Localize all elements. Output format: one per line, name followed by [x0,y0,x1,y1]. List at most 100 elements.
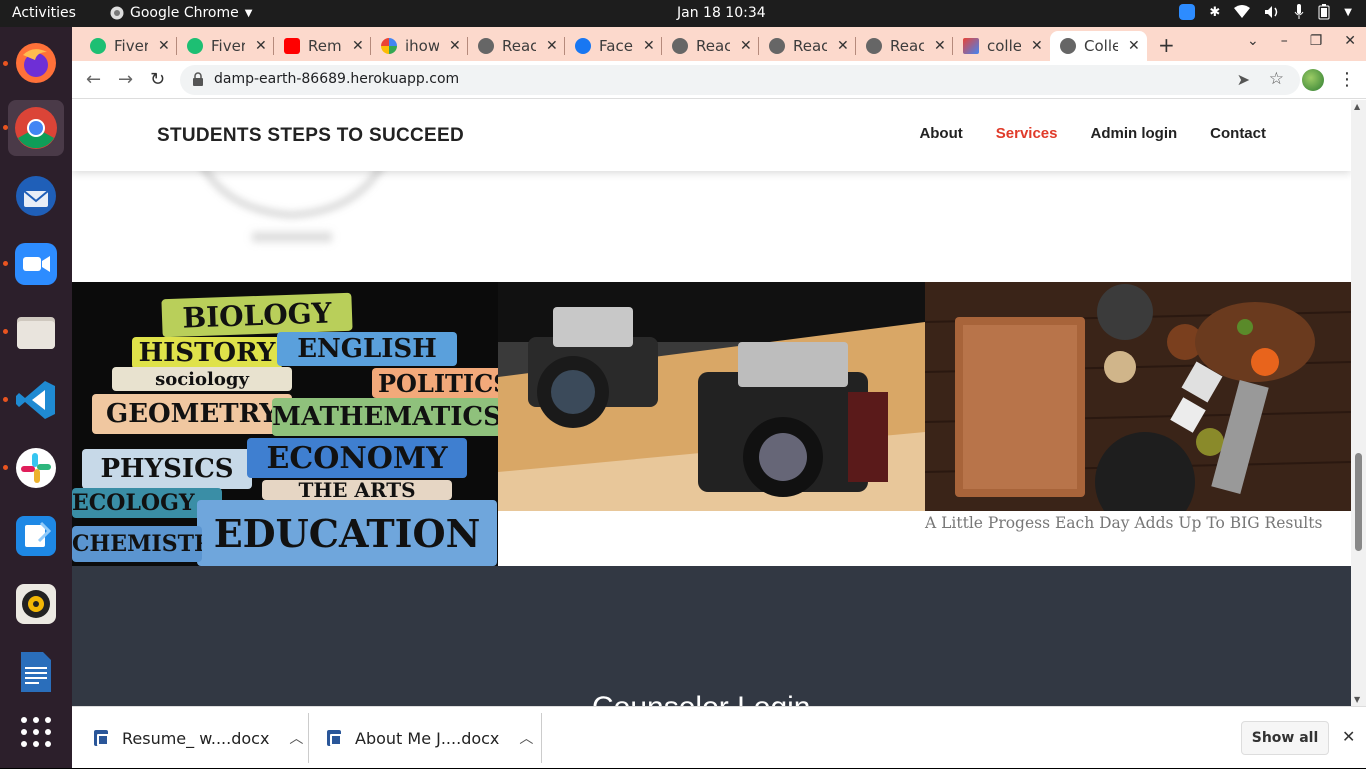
volume-icon [1265,6,1278,18]
thunderbird-icon[interactable] [8,168,64,224]
globe-icon [866,38,882,54]
download-shelf: Resume_ w....docx ︿ About Me J....docx ︿… [72,706,1366,768]
book-label: POLITICS [372,368,498,398]
tab-fiverr-2[interactable]: Fiverr ✕ [177,31,274,61]
book-label: MATHEMATICS [272,398,498,436]
zoom-icon[interactable] [1179,4,1196,20]
scroll-up-icon[interactable]: ▲ [1354,102,1360,111]
close-icon[interactable]: ✕ [740,38,752,54]
url-text[interactable]: damp-earth-86689.herokuapp.com [214,71,459,87]
close-icon[interactable]: ✕ [352,38,364,54]
show-all-button[interactable]: Show all [1241,721,1329,755]
site-brand[interactable]: STUDENTS STEPS TO SUCCEED [157,125,464,147]
tab-title: college [987,37,1021,55]
battery-icon [1318,4,1330,20]
clock[interactable]: Jan 18 10:34 [677,5,766,21]
vscode-icon[interactable] [8,372,64,428]
close-icon[interactable]: ✕ [546,38,558,54]
download-item[interactable]: Resume_ w....docx ︿ [94,707,303,769]
app-menu[interactable]: Google Chrome ▼ [110,5,252,21]
docx-file-icon [94,730,109,746]
new-tab-button[interactable]: + [1158,33,1175,57]
libreoffice-writer-icon[interactable] [8,644,64,700]
tab-title: Fiverr [211,37,245,55]
close-icon[interactable]: ✕ [449,38,461,54]
chevron-up-icon[interactable]: ︿ [289,728,303,748]
system-tray[interactable]: ✱ ▼ [1179,4,1352,20]
image-gallery: BIOLOGY HISTORY ENGLISH sociology POLITI… [72,282,1351,566]
firefox-icon[interactable] [8,35,64,91]
address-bar[interactable]: damp-earth-86689.herokuapp.com ➤ ☆ [180,65,1300,95]
close-icon[interactable]: ✕ [1031,38,1043,54]
close-icon[interactable]: ✕ [1342,727,1355,746]
globe-icon [672,38,688,54]
send-tab-icon[interactable]: ➤ [1237,70,1250,89]
counselor-login-section: Counselor Login [72,566,1351,706]
activities-button[interactable]: Activities [12,5,76,21]
nav-services[interactable]: Services [996,125,1058,142]
menu-kebab-icon[interactable]: ⋮ [1338,69,1356,90]
close-window-icon[interactable]: ✕ [1344,33,1356,49]
window-controls: ⌄ – ❐ ✕ [1247,33,1356,49]
files-icon[interactable] [8,304,64,360]
facebook-icon [575,38,591,54]
chrome-icon[interactable] [8,100,64,156]
scrollbar-thumb[interactable] [1355,453,1362,551]
reload-icon[interactable]: ↻ [150,69,165,90]
slack-icon[interactable] [8,440,64,496]
forward-icon[interactable]: → [118,69,133,90]
tab-react-1[interactable]: React ✕ [468,31,565,61]
google-icon [381,38,397,54]
app-grid-icon[interactable] [8,704,64,760]
tab-youtube[interactable]: Remove ✕ [274,31,371,61]
tab-facebook[interactable]: Facebook ✕ [565,31,662,61]
tab-title: React [502,37,536,55]
close-icon[interactable]: ✕ [837,38,849,54]
tab-react-4[interactable]: React ✕ [856,31,953,61]
site-header: STUDENTS STEPS TO SUCCEED About Services… [72,100,1351,171]
chevron-down-icon[interactable]: ▼ [1344,7,1352,18]
scroll-down-icon[interactable]: ▼ [1354,695,1360,704]
nav-contact[interactable]: Contact [1210,125,1266,142]
close-icon[interactable]: ✕ [158,38,170,54]
bookmark-star-icon[interactable]: ☆ [1269,69,1284,89]
tab-title: ihow [405,37,439,55]
download-item[interactable]: About Me J....docx ︿ [327,707,533,769]
chevron-up-icon[interactable]: ︿ [519,728,533,748]
lock-icon [193,72,203,86]
maximize-icon[interactable]: ❐ [1310,33,1323,49]
profile-avatar[interactable] [1302,69,1324,91]
slack-icon[interactable]: ✱ [1209,5,1220,20]
tab-react-2[interactable]: React ✕ [662,31,759,61]
fiverr-icon [90,38,106,54]
zoom-icon[interactable] [8,236,64,292]
book-label: GEOMETRY [92,394,292,434]
tab-college-active[interactable]: College ✕ [1050,31,1147,61]
tab-search-icon[interactable]: ⌄ [1247,33,1259,49]
tab-gmail[interactable]: college ✕ [953,31,1050,61]
minimize-icon[interactable]: – [1281,33,1288,49]
nav-about[interactable]: About [919,125,962,142]
chevron-down-icon: ▼ [244,7,253,19]
system-top-bar: Activities Google Chrome ▼ Jan 18 10:34 … [0,0,1366,27]
close-icon[interactable]: ✕ [1128,38,1140,54]
close-icon[interactable]: ✕ [934,38,946,54]
download-filename: Resume_ w....docx [122,728,270,748]
close-icon[interactable]: ✕ [643,38,655,54]
section-title: Counselor Login [592,691,810,706]
rhythmbox-icon[interactable] [8,576,64,632]
tab-fiverr-1[interactable]: Fiverr ✕ [80,31,177,61]
nav-admin-login[interactable]: Admin login [1091,125,1178,142]
page-viewport: STUDENTS STEPS TO SUCCEED About Services… [72,100,1351,706]
wifi-icon [1234,5,1251,18]
back-icon[interactable]: ← [86,69,101,90]
whiteboard-icon[interactable] [8,508,64,564]
page-scrollbar[interactable]: ▲ ▼ [1351,100,1366,706]
vintage-cameras-image [498,282,925,511]
kitchen-table-image [925,282,1351,511]
book-label: PHYSICS [82,449,252,489]
tab-title: React [890,37,924,55]
tab-react-3[interactable]: React ✕ [759,31,856,61]
tab-google[interactable]: ihow ✕ [371,31,468,61]
close-icon[interactable]: ✕ [255,38,267,54]
